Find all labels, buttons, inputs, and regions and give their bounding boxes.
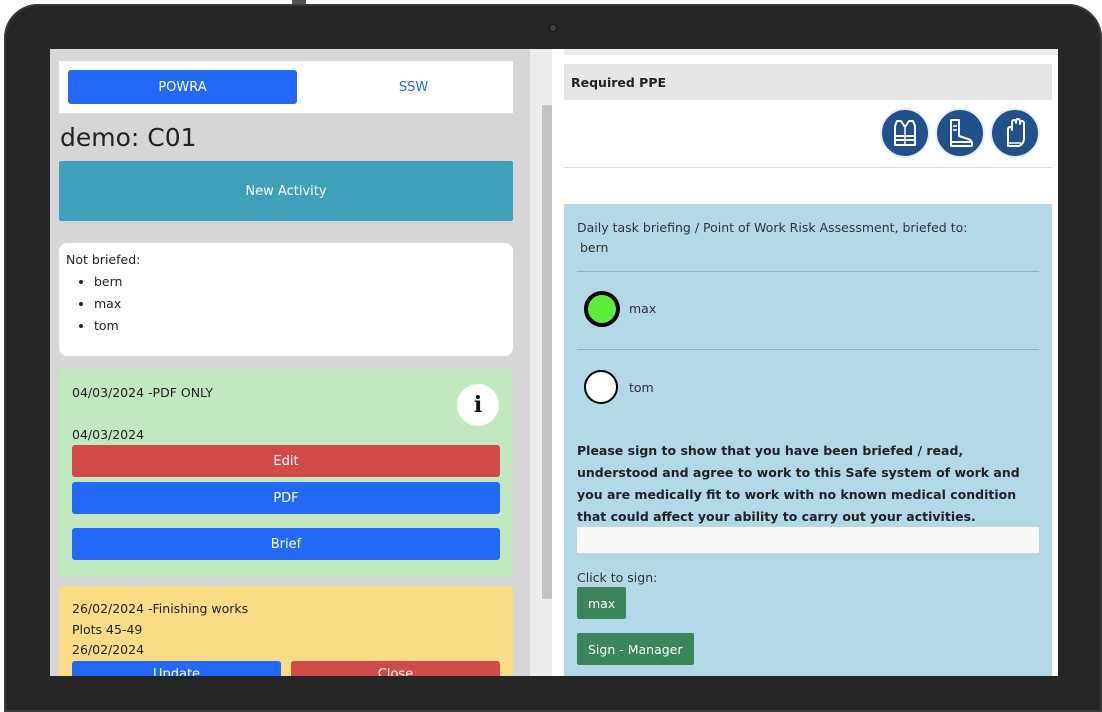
brief-button[interactable]: Brief — [72, 528, 500, 560]
activity-date: 04/03/2024 — [72, 427, 145, 442]
activity-card: 26/02/2024 -Finishing works Plots 45-49 … — [59, 586, 513, 676]
not-briefed-list: bern max tom — [59, 271, 122, 337]
briefing-panel: Daily task briefing / Point of Work Risk… — [564, 204, 1052, 676]
not-briefed-card: Not briefed: bern max tom — [59, 243, 513, 356]
divider — [577, 271, 1039, 272]
pane-divider — [552, 49, 564, 676]
page-title: demo: C01 — [60, 123, 197, 152]
list-item: max — [94, 293, 122, 315]
divider — [577, 349, 1039, 350]
briefed-to-name: bern — [580, 240, 609, 255]
person-name: tom — [629, 380, 654, 395]
safety-boots-icon — [935, 108, 985, 158]
update-button[interactable]: Update — [72, 661, 281, 676]
signed-status-icon[interactable] — [584, 291, 620, 327]
list-item: tom — [94, 315, 122, 337]
scrollbar-thumb[interactable] — [542, 105, 552, 599]
edit-button[interactable]: Edit — [72, 445, 500, 477]
unsigned-status-icon[interactable] — [584, 370, 618, 404]
divider — [564, 167, 1052, 168]
ppe-icon-row — [880, 108, 1046, 162]
signature-field[interactable] — [577, 527, 1039, 553]
app-screen: POWRA SSW demo: C01 New Activity Not bri… — [50, 49, 1058, 676]
person-row-max[interactable]: max — [584, 291, 884, 331]
person-row-tom[interactable]: tom — [584, 370, 884, 410]
camera-icon — [548, 23, 558, 33]
briefing-pane: Required PPE Daily task briefing / Point… — [564, 49, 1058, 676]
mode-tabs: POWRA SSW — [59, 61, 513, 113]
new-activity-button[interactable]: New Activity — [59, 161, 513, 221]
info-button[interactable]: i — [457, 384, 499, 426]
gloves-icon — [990, 108, 1040, 158]
tab-ssw[interactable]: SSW — [299, 70, 528, 104]
top-strip — [564, 49, 1058, 55]
sign-manager-button[interactable]: Sign - Manager — [577, 633, 694, 665]
briefing-heading: Daily task briefing / Point of Work Risk… — [577, 220, 968, 235]
list-item: bern — [94, 271, 122, 293]
not-briefed-label: Not briefed: — [66, 252, 141, 267]
hi-vis-vest-icon — [880, 108, 930, 158]
activity-date: 26/02/2024 — [72, 642, 145, 657]
declaration-text: Please sign to show that you have been b… — [577, 443, 1020, 524]
activity-title: 04/03/2024 -PDF ONLY — [72, 385, 213, 400]
activities-pane: POWRA SSW demo: C01 New Activity Not bri… — [50, 49, 530, 676]
activity-card: 04/03/2024 -PDF ONLY i 04/03/2024 Edit P… — [59, 369, 513, 577]
close-button[interactable]: Close — [291, 661, 500, 676]
click-to-sign-label: Click to sign: — [577, 570, 658, 585]
ppe-heading: Required PPE — [564, 64, 1052, 100]
activity-title: 26/02/2024 -Finishing works — [72, 601, 249, 616]
tab-powra[interactable]: POWRA — [68, 70, 297, 104]
sign-max-button[interactable]: max — [577, 587, 627, 619]
activity-subtitle: Plots 45-49 — [72, 622, 143, 637]
person-name: max — [629, 301, 657, 316]
pdf-button[interactable]: PDF — [72, 482, 500, 514]
